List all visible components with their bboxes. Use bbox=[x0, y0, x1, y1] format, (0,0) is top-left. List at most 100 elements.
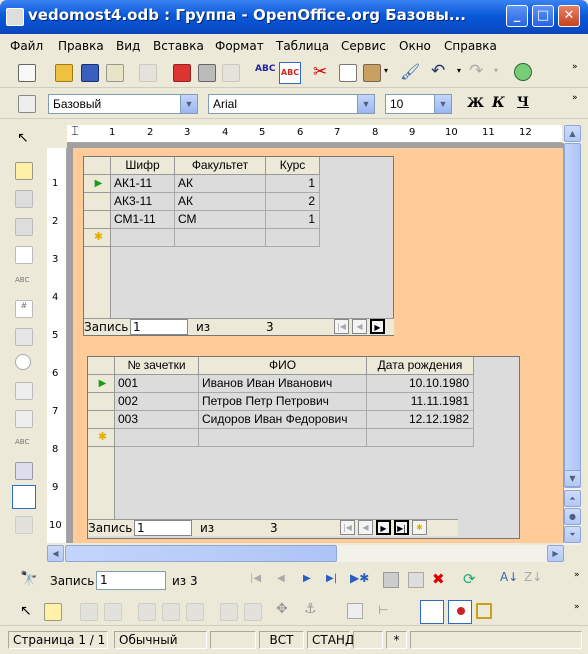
scroll-up-icon[interactable]: ▲ bbox=[564, 125, 581, 142]
add-field-icon[interactable] bbox=[162, 603, 180, 621]
table-cell[interactable] bbox=[367, 429, 474, 447]
undo-dropdown-icon[interactable]: ▾ bbox=[457, 66, 461, 75]
menu-tools[interactable]: Сервис bbox=[341, 39, 386, 53]
new-record-icon[interactable]: ✱ bbox=[84, 229, 111, 247]
snap-to-grid-icon[interactable] bbox=[448, 600, 472, 624]
redo-dropdown-icon[interactable]: ▾ bbox=[494, 66, 498, 75]
styles-icon[interactable] bbox=[18, 95, 36, 113]
form-design-icon[interactable] bbox=[12, 485, 36, 509]
table-cell[interactable]: 1 bbox=[266, 211, 320, 229]
auto-focus-icon[interactable] bbox=[244, 603, 262, 621]
table-cell[interactable]: 2 bbox=[266, 193, 320, 211]
maximize-button[interactable]: □ bbox=[532, 5, 554, 27]
new-icon[interactable] bbox=[18, 64, 36, 82]
italic-button[interactable]: К bbox=[492, 95, 505, 111]
row-header[interactable] bbox=[84, 211, 111, 229]
save-icon[interactable] bbox=[81, 64, 99, 82]
tab-order-icon[interactable] bbox=[138, 603, 156, 621]
table-cell[interactable] bbox=[266, 229, 320, 247]
format-paintbrush-icon[interactable]: 🖌 bbox=[400, 62, 420, 81]
record-number-field[interactable]: 1 bbox=[134, 520, 192, 536]
new-record-icon[interactable]: ▶✱ bbox=[350, 571, 369, 585]
table-cell[interactable]: АК bbox=[175, 175, 266, 193]
underline-button[interactable]: Ч bbox=[517, 95, 529, 110]
table-cell[interactable]: Петров Петр Петрович bbox=[199, 393, 367, 411]
delete-record-icon[interactable]: ✖ bbox=[432, 570, 445, 588]
record-number-field[interactable]: 1 bbox=[130, 319, 188, 335]
open-design-mode-icon[interactable] bbox=[220, 603, 238, 621]
scroll-thumb[interactable] bbox=[65, 545, 337, 562]
table-cell[interactable]: СМ bbox=[175, 211, 266, 229]
next-record-icon[interactable]: ▶ bbox=[370, 319, 385, 334]
next-record-icon[interactable]: ▶ bbox=[376, 520, 391, 535]
form-navigator-icon[interactable] bbox=[186, 603, 204, 621]
close-button[interactable]: ✕ bbox=[558, 5, 580, 27]
menu-insert[interactable]: Вставка bbox=[153, 39, 204, 53]
zoom-field[interactable] bbox=[410, 631, 582, 649]
table-cell[interactable]: 003 bbox=[115, 411, 199, 429]
vertical-scrollbar[interactable]: ▲ ▼ ⏶ ● ⏷ bbox=[564, 125, 581, 545]
scroll-down-icon[interactable]: ▼ bbox=[564, 470, 581, 487]
previous-record-icon[interactable]: ◀ bbox=[277, 573, 285, 584]
minimize-button[interactable]: _ bbox=[506, 5, 528, 27]
table-cell[interactable] bbox=[111, 229, 175, 247]
table-cell[interactable]: АК bbox=[175, 193, 266, 211]
row-header[interactable] bbox=[88, 393, 115, 411]
control-properties-icon[interactable] bbox=[80, 603, 98, 621]
toolbar-overflow-icon[interactable]: » bbox=[574, 570, 580, 580]
insert-mode[interactable]: ВСТ bbox=[259, 631, 304, 649]
next-page-icon[interactable]: ⏷ bbox=[564, 526, 581, 543]
last-record-icon[interactable]: ▶| bbox=[394, 520, 409, 535]
table-cell[interactable]: 002 bbox=[115, 393, 199, 411]
display-grid-icon[interactable] bbox=[420, 600, 444, 624]
current-row-icon[interactable]: ▶ bbox=[88, 375, 115, 393]
table-control-students[interactable]: № зачетки ФИО Дата рождения ▶ 001 Иванов… bbox=[87, 356, 520, 539]
menu-table[interactable]: Таблица bbox=[276, 39, 329, 53]
wizards-icon[interactable] bbox=[15, 516, 33, 534]
control-icon[interactable] bbox=[15, 190, 33, 208]
column-header[interactable]: № зачетки bbox=[115, 357, 199, 375]
preview-icon[interactable] bbox=[222, 64, 240, 82]
first-record-icon[interactable]: |◀ bbox=[334, 319, 349, 334]
redo-icon[interactable]: ↷ bbox=[469, 61, 483, 81]
label-field-icon[interactable]: ABC bbox=[15, 438, 29, 446]
sort-descending-icon[interactable]: Z↓ bbox=[524, 570, 542, 584]
textbox-icon[interactable]: ABC bbox=[15, 276, 29, 284]
form-record-field[interactable]: 1 bbox=[96, 571, 166, 590]
group-icon[interactable] bbox=[347, 603, 363, 619]
page-style[interactable]: Обычный bbox=[114, 631, 207, 649]
last-record-icon[interactable]: ▶| bbox=[326, 573, 337, 584]
previous-record-icon[interactable]: ◀ bbox=[358, 520, 373, 535]
position-size-icon[interactable]: ✥ bbox=[276, 601, 288, 617]
guides-icon[interactable] bbox=[476, 603, 492, 619]
first-record-icon[interactable]: |◀ bbox=[340, 520, 355, 535]
sort-ascending-icon[interactable]: A↓ bbox=[500, 570, 518, 584]
paragraph-style-combo[interactable]: Базовый ▼ bbox=[48, 94, 198, 114]
pdf-icon[interactable] bbox=[173, 64, 191, 82]
copy-icon[interactable] bbox=[339, 64, 357, 82]
table-cell[interactable]: АК3-11 bbox=[111, 193, 175, 211]
option-button-icon[interactable] bbox=[15, 354, 31, 370]
select-pointer-icon[interactable]: ↖ bbox=[17, 130, 29, 146]
more-controls-icon[interactable] bbox=[15, 462, 33, 480]
menu-view[interactable]: Вид bbox=[116, 39, 140, 53]
horizontal-scrollbar[interactable]: ◀ ▶ bbox=[47, 545, 564, 562]
autospellcheck-icon[interactable]: ABC bbox=[279, 62, 301, 84]
table-cell[interactable]: 10.10.1980 bbox=[367, 375, 474, 393]
table-cell[interactable] bbox=[175, 229, 266, 247]
align-icon[interactable]: ⊢ bbox=[378, 603, 388, 617]
table-cell[interactable]: Сидоров Иван Федорович bbox=[199, 411, 367, 429]
scroll-left-icon[interactable]: ◀ bbox=[47, 545, 64, 562]
column-header[interactable]: Факультет bbox=[175, 157, 266, 175]
design-mode-icon[interactable] bbox=[15, 162, 33, 180]
cut-icon[interactable]: ✂ bbox=[313, 62, 327, 82]
paste-icon[interactable] bbox=[363, 64, 381, 82]
design-mode-icon[interactable] bbox=[44, 603, 62, 621]
new-record-icon[interactable]: ✱ bbox=[88, 429, 115, 447]
checkbox-icon[interactable] bbox=[15, 246, 33, 264]
open-icon[interactable] bbox=[55, 64, 73, 82]
table-cell[interactable]: АК1-11 bbox=[111, 175, 175, 193]
form-properties-icon[interactable] bbox=[104, 603, 122, 621]
toolbar-overflow-icon[interactable]: » bbox=[572, 93, 578, 103]
list-box-icon[interactable] bbox=[15, 382, 33, 400]
